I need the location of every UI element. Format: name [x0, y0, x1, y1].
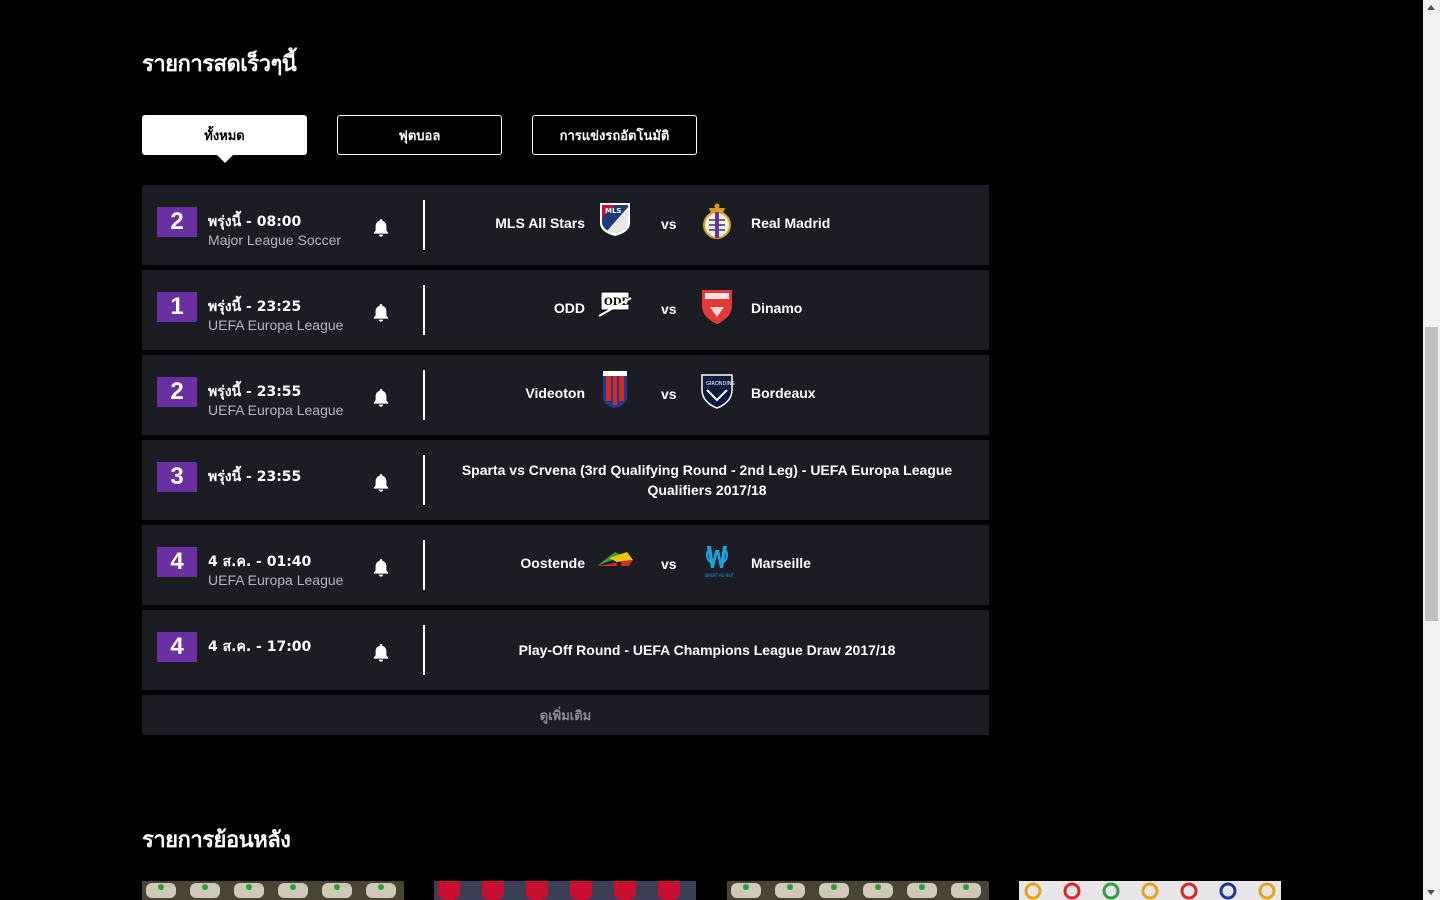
tab-all[interactable]: ทั้งหมด [142, 115, 307, 163]
thumbnail-serie-a[interactable] [142, 881, 404, 900]
away-team: Dinamo [751, 300, 803, 316]
svg-text:GIRONDINS: GIRONDINS [706, 381, 735, 387]
laliga-pattern-icon [1019, 881, 1281, 900]
event-time: พรุ่งนี้ - 23:25 [208, 299, 302, 315]
page: รายการสดเร็วๆนี้ ทั้งหมด ฟุตบอล การแข่งร… [0, 0, 1423, 900]
mls-pattern-icon [434, 881, 696, 900]
home-team: ODD [553, 300, 585, 316]
match-info: Sparta vs Crvena (3rd Qualifying Round -… [425, 440, 989, 520]
event-time: พรุ่งนี้ - 23:55 [208, 469, 302, 485]
tab-motorsport[interactable]: การแข่งรถอัตโนมัติ [532, 115, 697, 155]
home-team: Videoton [525, 385, 585, 401]
channel-badge: 3 [157, 462, 197, 492]
match-info: Oostende vs DROIT AU BUT Marseille [425, 525, 989, 605]
svg-text:MLS: MLS [605, 207, 621, 215]
match-info: Videoton vs GIRONDINS Bordeaux [425, 355, 989, 435]
vs-label: vs [661, 216, 677, 232]
serie-a-pattern-icon [142, 881, 404, 900]
league-name: UEFA Europa League [208, 402, 344, 418]
videoton-logo-icon [603, 371, 627, 408]
match-info: MLS All Stars MLS vs Real Madrid [425, 185, 989, 265]
tab-football[interactable]: ฟุตบอล [337, 115, 502, 155]
channel-badge: 2 [157, 207, 197, 237]
dinamo-logo-icon [702, 290, 732, 324]
thumbnail-mls[interactable] [434, 881, 696, 900]
see-more-button[interactable]: ดูเพิ่มเติม [142, 695, 989, 735]
scroll-down-arrow-icon[interactable] [1427, 890, 1435, 895]
live-section-title: รายการสดเร็วๆนี้ [142, 52, 297, 77]
match-info: Play-Off Round - UEFA Champions League D… [425, 610, 989, 690]
thumbnail-serie-a-2[interactable] [727, 881, 989, 900]
event-time: 4 ส.ค. - 01:40 [208, 554, 312, 570]
bell-icon[interactable] [372, 558, 390, 578]
event-title: Play-Off Round - UEFA Champions League D… [518, 642, 896, 658]
mls-logo-icon: MLS [600, 203, 630, 236]
home-team: MLS All Stars [495, 215, 585, 231]
thumbnail-laliga[interactable] [1019, 881, 1281, 900]
serie-a-pattern-icon [727, 881, 989, 900]
live-schedule-list: 2 พรุ่งนี้ - 08:00 Major League Soccer M… [142, 185, 989, 695]
oostende-logo-icon [597, 552, 633, 566]
schedule-row[interactable]: 4 4 ส.ค. - 17:00 Play-Off Round - UEFA C… [142, 610, 989, 690]
home-team: Oostende [520, 555, 585, 571]
odd-logo-icon: ODD [598, 291, 632, 317]
schedule-row[interactable]: 2 พรุ่งนี้ - 08:00 Major League Soccer M… [142, 185, 989, 265]
bell-icon[interactable] [372, 473, 390, 493]
bell-icon[interactable] [372, 303, 390, 323]
away-team: Bordeaux [751, 385, 816, 401]
event-time: พรุ่งนี้ - 23:55 [208, 384, 302, 400]
scroll-up-arrow-icon[interactable] [1427, 5, 1435, 10]
schedule-row[interactable]: 1 พรุ่งนี้ - 23:25 UEFA Europa League OD… [142, 270, 989, 350]
league-name: Major League Soccer [208, 232, 342, 248]
bell-icon[interactable] [372, 388, 390, 408]
bell-icon[interactable] [372, 218, 390, 238]
svg-text:DROIT AU BUT: DROIT AU BUT [705, 573, 735, 578]
channel-badge: 2 [157, 377, 197, 407]
event-time: 4 ส.ค. - 17:00 [208, 639, 312, 655]
scroll-thumb[interactable] [1425, 327, 1438, 621]
channel-badge: 4 [157, 547, 197, 577]
real-madrid-logo-icon [703, 203, 731, 239]
league-name: UEFA Europa League [208, 572, 344, 588]
schedule-row[interactable]: 4 4 ส.ค. - 01:40 UEFA Europa League Oost… [142, 525, 989, 605]
vs-label: vs [661, 386, 677, 402]
channel-badge: 4 [157, 632, 197, 662]
past-section-title: รายการย้อนหลัง [142, 828, 291, 853]
event-title: Sparta vs Crvena (3rd Qualifying Round -… [461, 462, 953, 498]
match-info: ODD ODD vs Dinamo [425, 270, 989, 350]
event-time: พรุ่งนี้ - 08:00 [208, 214, 302, 230]
away-team: Marseille [751, 555, 811, 571]
page-scrollbar[interactable] [1423, 0, 1440, 900]
bordeaux-logo-icon: GIRONDINS [701, 374, 735, 409]
marseille-logo-icon: DROIT AU BUT [705, 546, 735, 578]
vs-label: vs [661, 556, 677, 572]
away-team: Real Madrid [751, 215, 831, 231]
schedule-row[interactable]: 2 พรุ่งนี้ - 23:55 UEFA Europa League Vi… [142, 355, 989, 435]
vs-label: vs [661, 301, 677, 317]
bell-icon[interactable] [372, 643, 390, 663]
channel-badge: 1 [157, 292, 197, 322]
schedule-row[interactable]: 3 พรุ่งนี้ - 23:55 Sparta vs Crvena (3rd… [142, 440, 989, 520]
league-name: UEFA Europa League [208, 317, 344, 333]
